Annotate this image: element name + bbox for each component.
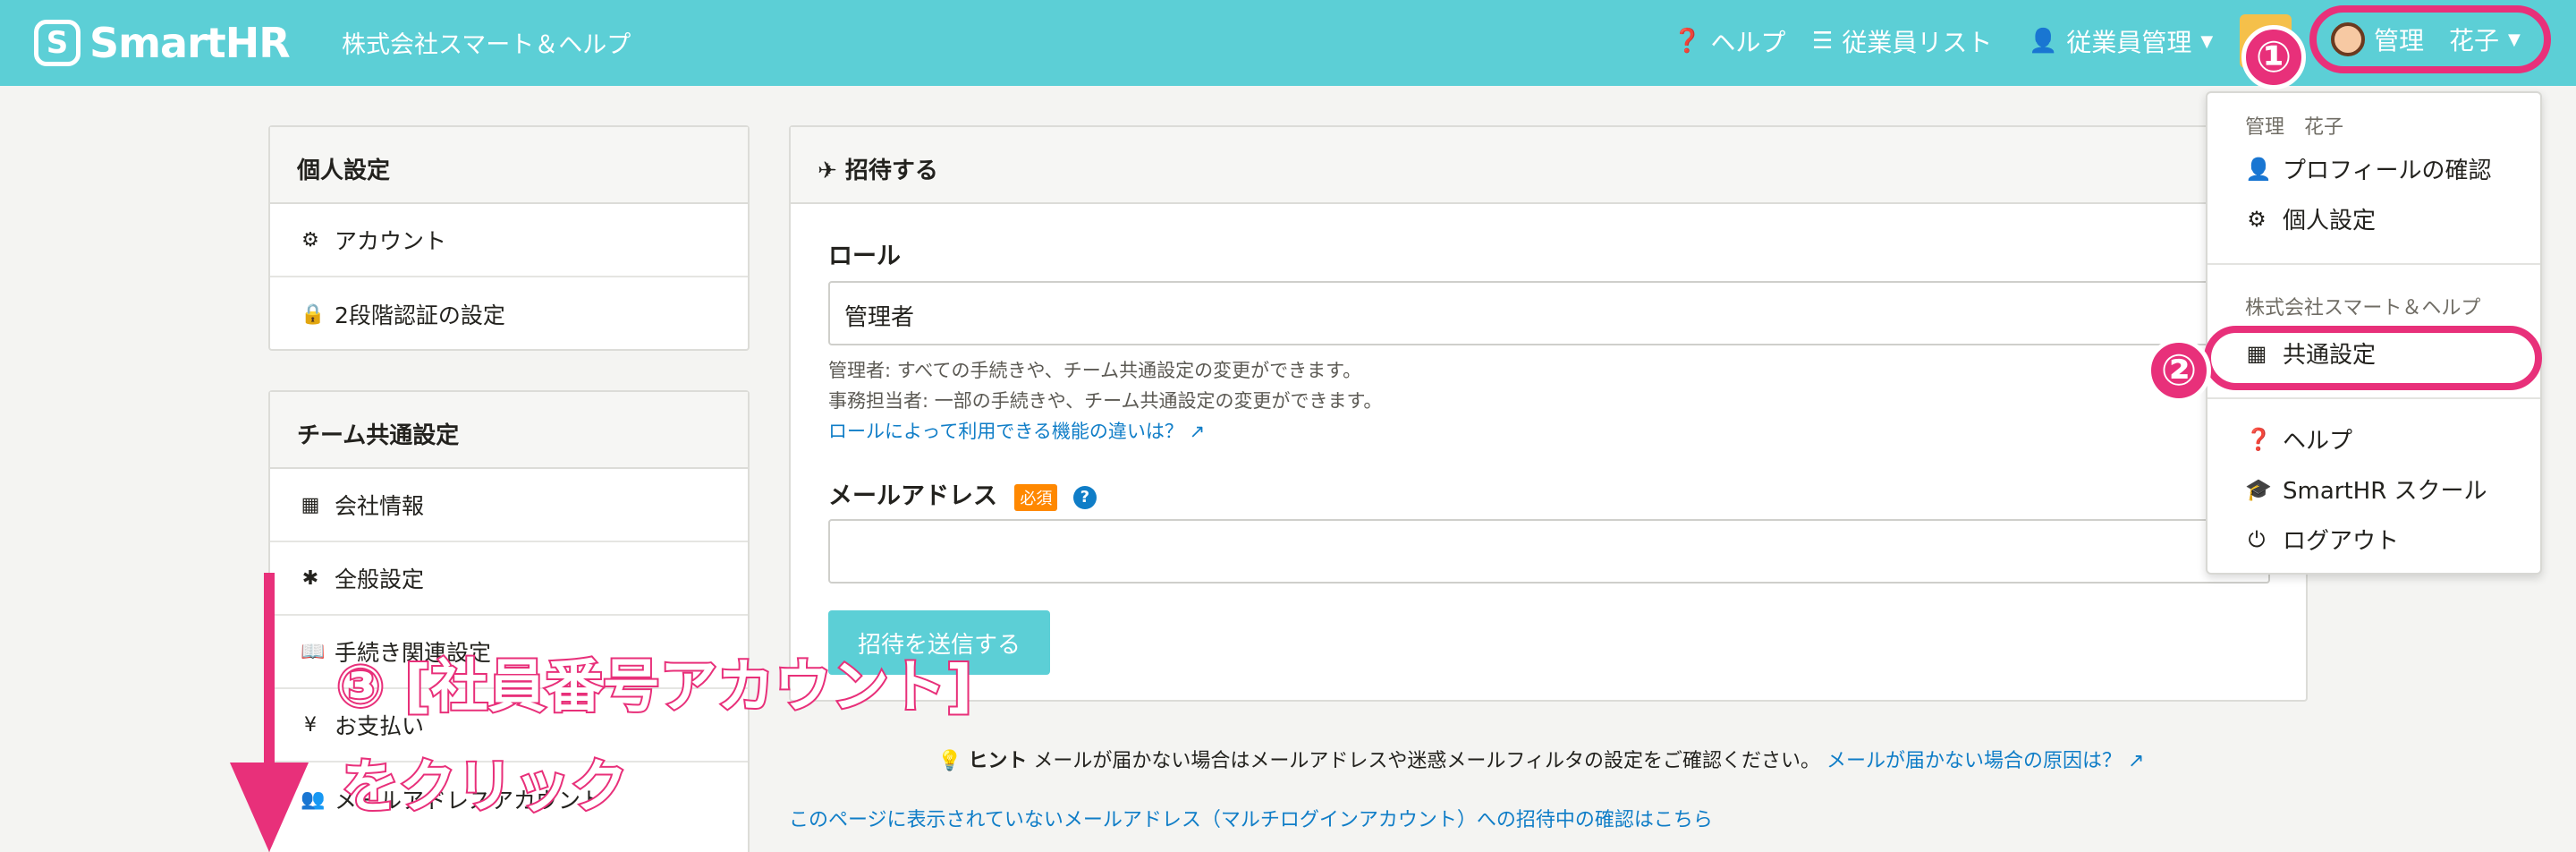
role-help-admin: 管理者: すべての手続きや、チーム共通設定の変更ができます。 [828,360,1362,381]
smarthr-logo[interactable]: S SmartHR [34,18,291,68]
sidebar-item-account[interactable]: ⚙ アカウント [270,204,748,277]
top-header: S SmartHR 株式会社スマート＆ヘルプ ❓ ヘルプ ☰ 従業員リスト 👤 … [0,0,2576,86]
lock-icon: 🔒 [301,302,326,326]
gear-icon: ⚙ [2247,206,2267,232]
panel-title: チーム共通設定 [270,392,748,469]
required-badge: 必須 [1014,483,1058,511]
dropdown-company-header: 株式会社スマート＆ヘルプ [2245,297,2481,320]
logo-text: SmartHR [89,19,291,67]
list-icon: ☰ [1812,28,1834,55]
nav-employee-management[interactable]: 👤 従業員管理 ▼ [2029,23,2213,59]
email-input[interactable] [828,519,2270,584]
question-circle-icon: ❓ [2245,426,2272,452]
email-label: メールアドレス 必須 ? [828,476,1097,511]
question-circle-icon[interactable]: ? [1072,485,1097,509]
multi-login-link[interactable]: このページに表示されていないメールアドレス（マルチログインアカウント）への招待中… [789,804,1713,832]
role-help-staff: 事務担当者: 一部の手続きや、チーム共通設定の変更ができます。 [828,390,1383,412]
invite-title: ✈ 招待する [791,127,2306,204]
step2-badge: ② [2147,338,2211,403]
panel-title: 個人設定 [270,127,748,204]
arrow-down-icon [230,763,309,852]
role-select[interactable]: 管理者 [828,281,2270,345]
hint-text: 💡 ヒント メールが届かない場合はメールアドレスや迷惑メールフィルタの設定をご確… [937,750,2145,772]
menu-item-school[interactable]: 🎓 SmartHR スクール [2245,473,2487,506]
gear-icon: ⚙ [301,228,319,251]
book-icon: 📖 [301,640,326,663]
role-label: ロール [828,243,901,270]
building-icon: ▦ [301,493,320,516]
sidebar-item-general[interactable]: ✱ 全般設定 [270,542,748,616]
power-icon: ⏻ [2248,526,2266,552]
role-diff-link[interactable]: ロールによって利用できる機能の違いは？ ↗ [828,417,1205,444]
step3-annotation: ③ [社員番号アカウント] [335,652,974,722]
asterisk-icon: ✱ [301,567,319,590]
dropdown-user-header: 管理 花子 [2245,116,2344,139]
divider [2207,263,2540,265]
nav-employee-list[interactable]: ☰ 従業員リスト [1812,23,1992,59]
invite-panel: ✈ 招待する ロール 管理者 管理者: すべての手続きや、チーム共通設定の変更が… [789,125,2308,702]
menu-item-profile[interactable]: 👤 プロフィールの確認 [2245,152,2491,185]
step1-badge: ① [2241,25,2306,89]
user-icon: 👤 [2029,28,2058,55]
personal-settings-panel: 個人設定 ⚙ アカウント 🔒 2段階認証の設定 [268,125,750,351]
user-icon: 👤 [2245,156,2272,182]
question-circle-icon: ❓ [1673,28,1702,55]
nav-help[interactable]: ❓ ヘルプ [1673,23,1785,59]
sidebar-item-2fa[interactable]: 🔒 2段階認証の設定 [270,277,748,351]
highlight-user-menu [2309,5,2551,73]
external-link-icon: ↗ [2128,750,2145,772]
hint-link[interactable]: メールが届かない場合の原因は？ [1826,750,2122,772]
menu-item-help[interactable]: ❓ ヘルプ [2245,422,2352,456]
sidebar-item-company-info[interactable]: ▦ 会社情報 [270,469,748,542]
external-link-icon: ↗ [1189,421,1206,442]
graduation-cap-icon: 🎓 [2245,476,2272,502]
paper-plane-icon: ✈ [818,158,837,184]
menu-item-personal-settings[interactable]: ⚙ 個人設定 [2245,202,2376,235]
yen-icon: ¥ [304,713,317,737]
caret-down-icon: ▼ [2200,31,2214,51]
arrow-shaft [264,573,275,770]
highlight-common-settings [2204,326,2542,390]
lightbulb-icon: 💡 [937,750,962,772]
logo-icon: S [34,20,80,66]
step3-annotation-line2: をクリック [340,753,630,822]
menu-item-logout[interactable]: ⏻ ログアウト [2245,523,2400,556]
company-name: 株式会社スマート＆ヘルプ [342,31,631,59]
divider [2207,397,2540,399]
